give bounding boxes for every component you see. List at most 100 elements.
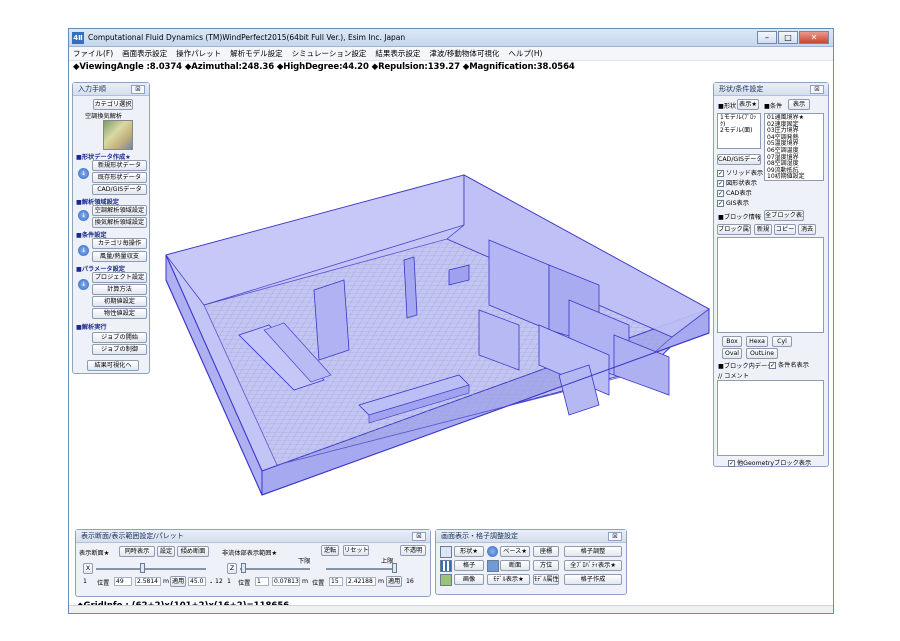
axis-z-button[interactable]: Z <box>227 563 237 574</box>
new-shape-button[interactable]: 新規形状データ <box>92 160 147 171</box>
menu-result-display[interactable]: 結果表示設定 <box>375 48 420 59</box>
close-icon[interactable]: ☒ <box>412 532 426 541</box>
z-apply-button[interactable]: 適用 <box>386 576 402 587</box>
checkbox-icon: ✓ <box>769 361 776 369</box>
close-button[interactable]: ✕ <box>799 31 829 44</box>
z-upper-slider[interactable] <box>326 568 396 570</box>
property-value-button[interactable]: 物性値設定 <box>92 308 147 319</box>
shape-toggle-button[interactable]: 形状★ <box>454 546 484 557</box>
minimize-button[interactable]: – <box>757 31 777 44</box>
x-position-label: 位置 <box>97 580 110 587</box>
x-min-value: 1 <box>83 578 87 585</box>
close-icon[interactable]: ☒ <box>810 85 824 94</box>
shape-display-button[interactable]: 表示★ <box>737 99 759 110</box>
horizontal-scrollbar[interactable] <box>69 605 833 613</box>
menu-file[interactable]: ファイル(F) <box>73 48 113 59</box>
calc-method-button[interactable]: 計算方法 <box>92 284 147 295</box>
cad-gis-button[interactable]: CAD/GISデータ <box>92 184 147 195</box>
copy-block-button[interactable]: コピー <box>774 224 796 235</box>
solid-display-checkbox[interactable]: ✓ ソリッド表示 <box>717 168 763 177</box>
condition-list[interactable]: 01通風境界★ 02速度固定 03圧力境界 04空調発熱 05温度境界 06空調… <box>764 113 824 181</box>
z-upper-position-field[interactable]: 2.42188 <box>346 577 376 586</box>
z-upper-thumb[interactable] <box>392 563 397 573</box>
x-apply-button[interactable]: 適用 <box>170 576 186 587</box>
delete-block-button[interactable]: 消去 <box>798 224 816 235</box>
lower-limit-label: 下限 <box>298 558 311 565</box>
menu-tsunami[interactable]: 津波/移動物体可視化 <box>429 48 499 59</box>
hexa-button[interactable]: Hexa <box>746 336 768 347</box>
all-blocks-button[interactable]: 全ブロック表示 <box>764 210 804 221</box>
grid-toggle-button[interactable]: 格子 <box>454 560 484 571</box>
section-settings-button[interactable]: 設定 <box>157 546 175 557</box>
image-button[interactable]: 画像 <box>454 574 484 585</box>
cad-display-checkbox[interactable]: ✓ CAD表示 <box>717 188 752 197</box>
category-thumbnail <box>103 120 133 150</box>
existing-shape-button[interactable]: 既存形状データ <box>92 172 147 183</box>
condition-name-checkbox[interactable]: ✓ 条件名表示 <box>769 360 809 369</box>
menu-operation-palette[interactable]: 操作パレット <box>176 48 221 59</box>
x-position-field[interactable]: 2.5814 <box>135 577 161 586</box>
comment-box[interactable] <box>717 380 824 456</box>
x-section-slider[interactable] <box>96 568 206 570</box>
axis-x-button[interactable]: X <box>83 563 93 574</box>
maximize-button[interactable]: □ <box>778 31 798 44</box>
grid-adjust-button[interactable]: 格子調整 <box>564 546 622 557</box>
z-lower-slider[interactable] <box>240 568 310 570</box>
job-start-button[interactable]: ジョブの開始 <box>92 332 147 343</box>
checkbox-icon: ✓ <box>717 169 724 177</box>
reset-button[interactable]: リセット <box>343 545 369 556</box>
gis-display-checkbox[interactable]: ✓ GIS表示 <box>717 198 749 207</box>
all-properties-button[interactable]: 全ﾌﾟﾛﾊﾟﾃｨ表示★ <box>564 560 622 571</box>
project-settings-button[interactable]: プロジェクト設定 <box>92 272 147 283</box>
aircon-region-button[interactable]: 空調解析領域設定 <box>92 205 147 216</box>
job-control-button[interactable]: ジョブの制御 <box>92 344 147 355</box>
box-button[interactable]: Box <box>722 336 742 347</box>
model-display-button[interactable]: ﾓﾃﾞﾙ表示★ <box>487 574 530 585</box>
z-lower-position-field[interactable]: 0.07813 <box>272 577 300 586</box>
z-lower-thumb[interactable] <box>241 563 246 573</box>
list-item[interactable]: 2モデル(面) <box>720 128 758 135</box>
cad-gis-data-button[interactable]: CAD/GISデータ <box>717 154 761 165</box>
outline-button[interactable]: OutLine <box>746 348 778 359</box>
reverse-button[interactable]: 逆転 <box>321 545 339 556</box>
close-icon[interactable]: ☒ <box>131 85 145 94</box>
figure-display-checkbox[interactable]: ✓ 図形状表示 <box>717 178 757 187</box>
direction-button[interactable]: 方位 <box>533 560 559 571</box>
grid-create-button[interactable]: 格子作成 <box>564 574 622 585</box>
category-select-button[interactable]: カテゴリ選択 <box>93 99 133 110</box>
menu-simulation-settings[interactable]: シミュレーション設定 <box>292 48 367 59</box>
new-block-button[interactable]: 新規 <box>754 224 772 235</box>
menu-model-settings[interactable]: 解析モデル設定 <box>230 48 283 59</box>
other-geometry-checkbox[interactable]: ✓ 他Geometryブロック表示 <box>728 458 811 467</box>
heat-balance-button[interactable]: 風量/熱量収支 <box>92 251 147 262</box>
cyl-button[interactable]: Cyl <box>772 336 792 347</box>
coordinate-button[interactable]: 座標 <box>533 546 559 557</box>
to-visualization-button[interactable]: 結果可視化へ <box>87 360 139 371</box>
menu-help[interactable]: ヘルプ(H) <box>508 48 542 59</box>
condition-display-button[interactable]: 表示 <box>788 99 810 110</box>
model-attr-button[interactable]: ﾓﾃﾞﾙ属性 <box>533 574 559 585</box>
shape-condition-panel: 形状/条件設定 ☒ ■形状 表示★ ■条件 表示 1モデル(ﾌﾞﾛｯｸ) 2モデ… <box>713 82 829 467</box>
category-ops-button[interactable]: カテゴリ毎操作 <box>92 238 147 249</box>
base-icon <box>487 546 498 557</box>
x-angle-field[interactable]: 45.0 <box>188 577 206 586</box>
x-index-field[interactable]: 49 <box>114 577 132 586</box>
initial-value-button[interactable]: 初期値設定 <box>92 296 147 307</box>
block-list[interactable] <box>717 237 824 333</box>
opaque-button[interactable]: 不透明 <box>400 545 426 556</box>
vent-region-button[interactable]: 換気解析領域設定 <box>92 217 147 228</box>
section-toggle-button[interactable]: 断面 <box>500 560 530 571</box>
shape-model-list[interactable]: 1モデル(ﾌﾞﾛｯｸ) 2モデル(面) <box>717 113 761 149</box>
list-item[interactable]: 10初期値設定 <box>767 174 821 180</box>
oval-button[interactable]: Oval <box>722 348 742 359</box>
menu-display-settings[interactable]: 画面表示設定 <box>122 48 167 59</box>
oblique-section-button[interactable]: 傾め断面 <box>177 546 209 557</box>
simultaneous-display-button[interactable]: 同時表示 <box>119 546 155 557</box>
x-slider-thumb[interactable] <box>140 563 145 573</box>
base-toggle-button[interactable]: ベース★ <box>500 546 530 557</box>
block-attr-button[interactable]: ブロック属性 <box>717 224 751 235</box>
z-upper-index-field[interactable]: 15 <box>329 577 343 586</box>
section-run: ■解析実行 <box>76 324 107 331</box>
z-lower-index-field[interactable]: 1 <box>255 577 269 586</box>
close-icon[interactable]: ☒ <box>608 532 622 541</box>
